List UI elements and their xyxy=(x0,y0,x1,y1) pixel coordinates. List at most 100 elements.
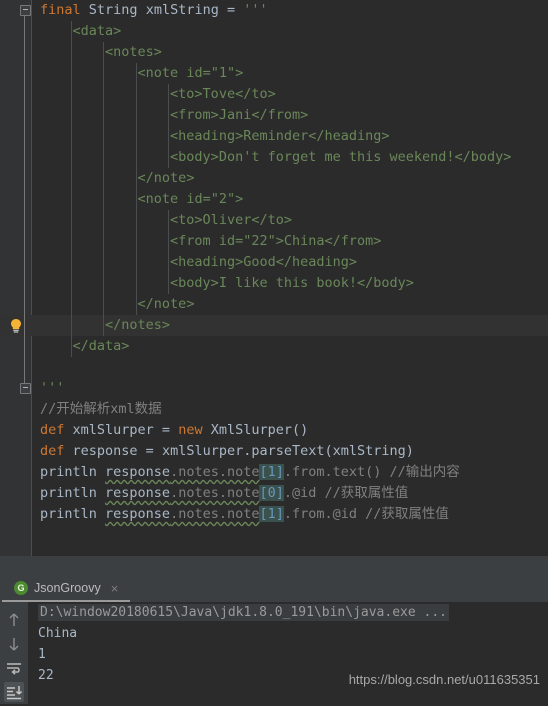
code-line-text: <body>I like this book!</body> xyxy=(40,275,414,291)
code-token: <to>Tove</to> xyxy=(170,86,276,102)
code-token: println xyxy=(40,485,106,501)
code-editor[interactable]: final String xmlString = ''' <data> <not… xyxy=(0,0,548,556)
code-line-text: </note> xyxy=(40,170,195,186)
console-output[interactable]: D:\window20180615\Java\jdk1.8.0_191\bin\… xyxy=(28,602,548,704)
code-token: <from id="22">China</from> xyxy=(170,233,382,249)
intention-bulb-icon[interactable] xyxy=(8,318,24,334)
code-line-text: println response.notes.note[0].@id //获取属… xyxy=(40,485,408,501)
code-line[interactable]: final String xmlString = ''' xyxy=(32,0,548,21)
code-token: //获取属性值 xyxy=(316,485,409,501)
code-token: .note xyxy=(218,464,260,480)
code-token: .from xyxy=(283,464,325,480)
code-line-text: </note> xyxy=(40,296,195,312)
code-token: [1] xyxy=(259,464,284,480)
code-token: .notes xyxy=(170,506,219,522)
code-token: def xyxy=(40,443,73,459)
code-line[interactable]: <body>Don't forget me this weekend!</bod… xyxy=(32,147,548,168)
code-token: response xyxy=(105,464,171,480)
code-line-text: <note id="1"> xyxy=(40,65,244,81)
code-line[interactable]: <from id="22">China</from> xyxy=(32,231,548,252)
code-token: xmlSlurper xyxy=(72,422,162,438)
tab-jsongroovy[interactable]: G JsonGroovy × xyxy=(10,575,122,601)
code-line-text: println response.notes.note[1].from.@id … xyxy=(40,506,449,522)
code-line[interactable]: ''' xyxy=(32,378,548,399)
code-line[interactable]: <note id="1"> xyxy=(32,63,548,84)
scroll-to-end-icon[interactable] xyxy=(4,682,24,702)
code-line[interactable] xyxy=(32,357,548,378)
code-line-text: </data> xyxy=(40,338,130,354)
code-line[interactable]: <data> xyxy=(32,21,548,42)
editor-gutter[interactable] xyxy=(0,0,32,556)
code-token: <note id="2"> xyxy=(137,191,244,207)
console-output-line: China xyxy=(38,626,78,641)
code-line-text: final String xmlString = ''' xyxy=(40,2,268,18)
code-line[interactable]: <heading>Reminder</heading> xyxy=(32,126,548,147)
code-line-text: <heading>Reminder</heading> xyxy=(40,128,389,144)
code-token: def xyxy=(40,422,73,438)
code-line-text: <to>Tove</to> xyxy=(40,86,276,102)
soft-wrap-icon[interactable] xyxy=(4,658,24,678)
code-lines[interactable]: final String xmlString = ''' <data> <not… xyxy=(0,0,548,556)
code-token: .note xyxy=(218,485,260,501)
code-line[interactable]: def xmlSlurper = new XmlSlurper() xyxy=(32,420,548,441)
code-line-text: <data> xyxy=(40,23,122,39)
code-line[interactable]: </notes> xyxy=(0,315,548,336)
code-line-text: <to>Oliver</to> xyxy=(40,212,292,228)
code-token: </notes> xyxy=(105,317,171,333)
code-token: .notes xyxy=(170,485,219,501)
scroll-down-icon[interactable] xyxy=(4,634,24,654)
console-command-line: D:\window20180615\Java\jdk1.8.0_191\bin\… xyxy=(28,602,548,623)
code-token: //开始解析xml数据 xyxy=(40,401,162,417)
code-token: println xyxy=(40,464,106,480)
code-token: </note> xyxy=(137,296,195,312)
code-line-text: <from>Jani</from> xyxy=(40,107,308,123)
code-token: //输出内容 xyxy=(381,464,460,480)
code-line[interactable]: <to>Tove</to> xyxy=(32,84,548,105)
code-line[interactable]: <notes> xyxy=(32,42,548,63)
code-token: ''' xyxy=(40,380,65,396)
code-line[interactable]: <body>I like this book!</body> xyxy=(32,273,548,294)
tab-label: JsonGroovy xyxy=(34,581,101,595)
code-token: </data> xyxy=(72,338,130,354)
code-line[interactable]: println response.notes.note[0].@id //获取属… xyxy=(32,483,548,504)
code-token: XmlSlurper() xyxy=(210,422,309,438)
scroll-up-icon[interactable] xyxy=(4,610,24,630)
code-token: xmlString xyxy=(145,2,227,18)
code-line[interactable]: </note> xyxy=(32,168,548,189)
code-line[interactable]: <heading>Good</heading> xyxy=(32,252,548,273)
code-line-text: def response = xmlSlurper.parseText(xmlS… xyxy=(40,443,414,459)
code-line[interactable]: println response.notes.note[1].from.text… xyxy=(32,462,548,483)
code-token: <heading>Good</heading> xyxy=(170,254,357,270)
code-fold-icon[interactable] xyxy=(20,5,31,16)
code-line-text: def xmlSlurper = new XmlSlurper() xyxy=(40,422,308,438)
code-line[interactable]: //开始解析xml数据 xyxy=(32,399,548,420)
code-token: .text() xyxy=(324,464,382,480)
code-token: = xyxy=(145,443,162,459)
code-token: <body>I like this book!</body> xyxy=(170,275,414,291)
code-line-text: <note id="2"> xyxy=(40,191,244,207)
code-token: response xyxy=(105,506,171,522)
ide-window: final String xmlString = ''' <data> <not… xyxy=(0,0,548,704)
console-toolbar[interactable] xyxy=(0,602,28,704)
code-token: .from xyxy=(283,506,325,522)
code-line[interactable]: <to>Oliver</to> xyxy=(32,210,548,231)
code-line-text: <from id="22">China</from> xyxy=(40,233,381,249)
code-line[interactable]: </data> xyxy=(32,336,548,357)
code-line[interactable]: <from>Jani</from> xyxy=(32,105,548,126)
code-token: <body>Don't forget me this weekend!</bod… xyxy=(170,149,512,165)
code-line[interactable]: <note id="2"> xyxy=(32,189,548,210)
code-token: <from>Jani</from> xyxy=(170,107,309,123)
code-line[interactable]: </note> xyxy=(32,294,548,315)
code-token: </note> xyxy=(137,170,195,186)
fold-region-stem xyxy=(24,15,25,383)
groovy-file-icon: G xyxy=(14,581,28,595)
code-line-text: <notes> xyxy=(40,44,162,60)
code-line[interactable]: println response.notes.note[1].from.@id … xyxy=(32,504,548,525)
code-token: println xyxy=(40,506,106,522)
code-token: [0] xyxy=(259,485,284,501)
code-line[interactable]: def response = xmlSlurper.parseText(xmlS… xyxy=(32,441,548,462)
close-icon[interactable]: × xyxy=(111,582,119,595)
run-tab-bar[interactable]: G JsonGroovy × xyxy=(0,575,548,603)
code-fold-icon[interactable] xyxy=(20,383,31,394)
code-token: = xyxy=(161,422,179,438)
